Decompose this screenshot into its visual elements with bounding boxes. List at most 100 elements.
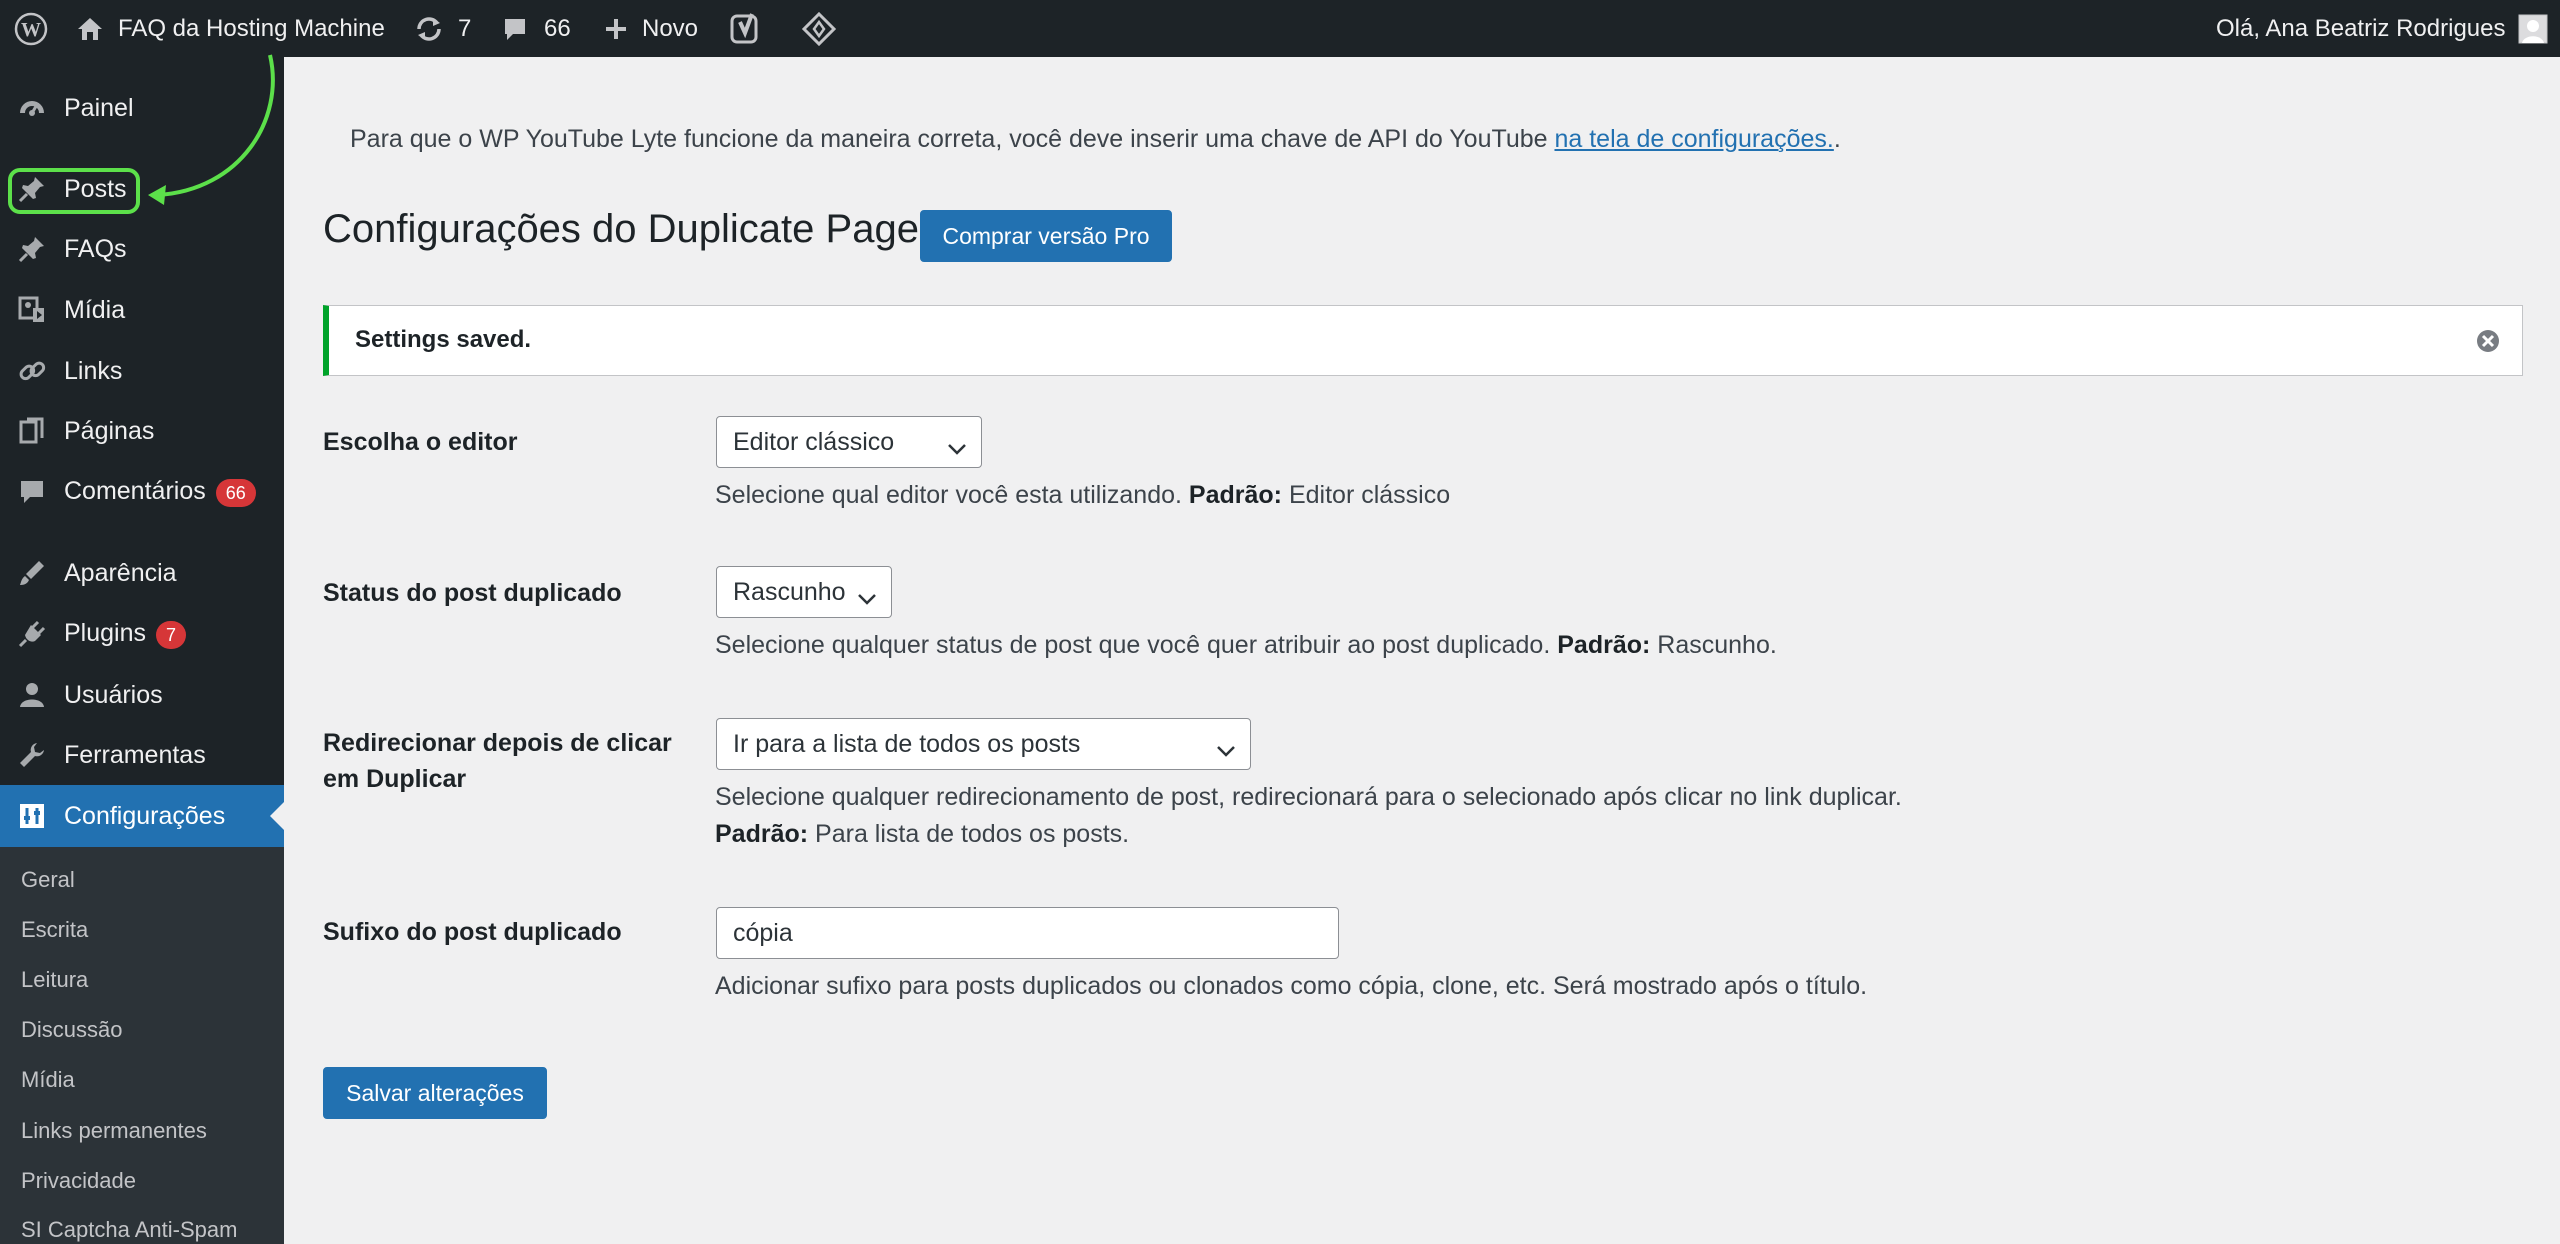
sidebar-item-midia[interactable]: Mídia [0, 280, 284, 340]
sidebar-item-aparencia[interactable]: Aparência [0, 543, 284, 603]
current-menu-arrow [270, 802, 284, 830]
status-select[interactable]: Rascunho [716, 566, 892, 618]
sidebar-item-label: Plugins [64, 619, 146, 648]
sidebar-item-label: Links [64, 356, 123, 385]
sidebar-item-configuracoes[interactable]: Configurações [0, 785, 284, 847]
sidebar-item-label: FAQs [64, 234, 127, 263]
updates-count: 7 [458, 14, 472, 42]
redirect-default-line: Padrão: Para lista de todos os posts. [715, 816, 1902, 853]
save-changes-button[interactable]: Salvar alterações [323, 1067, 547, 1119]
sidebar-item-label-wrap: Comentários 66 [64, 477, 256, 507]
redirect-default-label: Padrão: [715, 820, 809, 848]
redirect-desc-text: Selecione qualquer redirecionamento de p… [715, 783, 1902, 811]
comments-count: 66 [544, 14, 571, 42]
greeting: Olá, Ana Beatriz Rodrigues [2216, 14, 2506, 42]
plugin-diamond-icon[interactable] [802, 0, 836, 57]
redirect-description: Selecione qualquer redirecionamento de p… [715, 779, 1902, 853]
pages-icon [16, 415, 48, 447]
comments-link[interactable]: 66 [502, 0, 571, 57]
editor-default-value: Editor clássico [1282, 481, 1451, 509]
submenu-item-midia[interactable]: Mídia [21, 1067, 75, 1093]
sidebar-item-label: Aparência [64, 558, 177, 587]
submenu-item-links-permanentes[interactable]: Links permanentes [21, 1118, 207, 1144]
notice-text: Settings saved. [355, 326, 532, 353]
plugins-update-badge: 7 [156, 620, 187, 649]
chevron-down-icon [857, 584, 877, 613]
user-icon [16, 679, 48, 711]
admin-bar: W FAQ da Hosting Machine 7 66 Novo Olá, … [0, 0, 2560, 57]
settings-icon [16, 800, 48, 832]
comments-count-badge: 66 [215, 478, 256, 507]
user-account-menu[interactable]: Olá, Ana Beatriz Rodrigues [2216, 0, 2548, 57]
admin-sidebar: Painel Posts FAQs Mídia Links Páginas Co… [0, 57, 284, 1244]
sidebar-item-label: Comentários [64, 477, 206, 506]
submenu-item-discussao[interactable]: Discussão [21, 1017, 122, 1043]
sidebar-item-links[interactable]: Links [0, 341, 284, 401]
sidebar-item-faqs[interactable]: FAQs [0, 219, 284, 279]
editor-select-value: Editor clássico [733, 427, 895, 456]
suffix-input[interactable]: cópia [716, 907, 1339, 959]
chevron-down-icon [947, 434, 967, 463]
sidebar-item-label: Mídia [64, 295, 126, 324]
sidebar-item-usuarios[interactable]: Usuários [0, 665, 284, 725]
submenu-item-si-captcha[interactable]: SI Captcha Anti-Spam [21, 1217, 237, 1243]
sidebar-item-label: Ferramentas [64, 740, 206, 769]
new-content-link[interactable]: Novo [604, 0, 698, 57]
avatar [2518, 14, 2548, 44]
editor-label: Escolha o editor [323, 428, 518, 456]
page-title: Configurações do Duplicate Page [323, 207, 919, 251]
status-desc-text: Selecione qualquer status de post que vo… [715, 631, 1558, 659]
redirect-select-value: Ir para a lista de todos os posts [733, 729, 1081, 758]
editor-default-label: Padrão: [1188, 481, 1283, 509]
dismiss-icon[interactable] [2476, 329, 2500, 358]
editor-select[interactable]: Editor clássico [716, 416, 982, 468]
lyte-api-notice: Para que o WP YouTube Lyte funcione da m… [350, 125, 1841, 154]
editor-description: Selecione qual editor você esta utilizan… [715, 477, 1450, 514]
redirect-default-value: Para lista de todos os posts. [808, 820, 1130, 848]
suffix-description: Adicionar sufixo para posts duplicados o… [715, 972, 1868, 1000]
status-select-value: Rascunho [733, 577, 846, 606]
lyte-notice-end: . [1833, 125, 1841, 153]
sidebar-item-label: Páginas [64, 416, 155, 445]
sidebar-item-ferramentas[interactable]: Ferramentas [0, 725, 284, 785]
settings-saved-notice: Settings saved. [323, 305, 2523, 376]
sidebar-item-label: Usuários [64, 680, 163, 709]
redirect-label: Redirecionar depois de clicar em Duplica… [323, 725, 672, 797]
comment-icon [502, 16, 528, 42]
sidebar-item-comentarios[interactable]: Comentários 66 [0, 462, 284, 522]
redirect-label-line2: em Duplicar [323, 765, 467, 793]
buy-pro-button[interactable]: Comprar versão Pro [920, 210, 1172, 262]
link-icon [16, 355, 48, 387]
updates-link[interactable]: 7 [414, 0, 471, 57]
wrench-icon [16, 739, 48, 771]
refresh-icon [414, 15, 444, 43]
submenu-item-geral[interactable]: Geral [21, 867, 75, 893]
settings-submenu: Geral Escrita Leitura Discussão Mídia Li… [0, 847, 284, 1244]
new-label: Novo [642, 14, 699, 42]
annotation-arrow-icon [148, 54, 275, 205]
sidebar-item-label: Configurações [64, 801, 226, 830]
media-icon [16, 294, 48, 326]
appearance-icon [16, 557, 48, 589]
editor-desc-text: Selecione qual editor você esta utilizan… [715, 481, 1189, 509]
yoast-seo-icon[interactable] [730, 0, 762, 57]
sidebar-item-label-wrap: Plugins 7 [64, 619, 187, 649]
sidebar-item-plugins[interactable]: Plugins 7 [0, 604, 284, 664]
main-content: Para que o WP YouTube Lyte funcione da m… [284, 57, 2560, 1244]
submenu-item-escrita[interactable]: Escrita [21, 917, 88, 943]
suffix-label: Sufixo do post duplicado [323, 918, 622, 946]
submenu-item-privacidade[interactable]: Privacidade [21, 1168, 136, 1194]
redirect-select[interactable]: Ir para a lista de todos os posts [716, 718, 1251, 770]
chevron-down-icon [1216, 736, 1236, 765]
settings-screen-link[interactable]: na tela de configurações. [1554, 125, 1833, 153]
plus-icon [604, 17, 628, 41]
sidebar-item-paginas[interactable]: Páginas [0, 401, 284, 461]
status-default-label: Padrão: [1557, 631, 1651, 659]
pin-icon [16, 233, 48, 265]
status-description: Selecione qualquer status de post que vo… [715, 627, 1777, 664]
redirect-label-line1: Redirecionar depois de clicar [323, 729, 672, 757]
status-label: Status do post duplicado [323, 579, 622, 607]
submenu-item-leitura[interactable]: Leitura [21, 967, 88, 993]
comment-icon [16, 476, 48, 508]
status-default-value: Rascunho. [1650, 631, 1777, 659]
